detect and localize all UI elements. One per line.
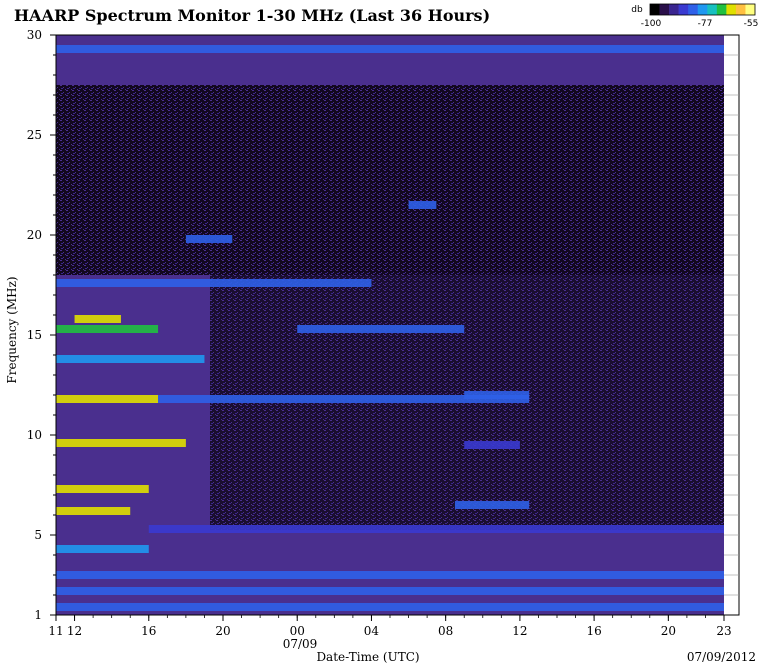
signal-band xyxy=(56,279,372,287)
signal-band xyxy=(464,391,530,399)
signal-band xyxy=(56,507,131,515)
x-tick-label: 12 xyxy=(512,624,527,638)
spectrogram-chart: 151015202530 11 12 16 20 00 04 08 12 16 20 23 07/0… xyxy=(5,3,759,664)
x-tick-label: 12 xyxy=(67,624,82,638)
legend-swatch xyxy=(726,4,737,15)
y-axis: 151015202530 xyxy=(27,28,56,622)
signal-band xyxy=(297,325,465,333)
signal-band xyxy=(185,235,233,243)
signal-band xyxy=(408,201,437,209)
date-stamp: 07/09/2012 xyxy=(687,650,756,664)
signal-band xyxy=(56,587,724,595)
signal-band xyxy=(56,439,186,447)
signal-band xyxy=(454,501,530,509)
signal-band xyxy=(56,395,159,403)
noise-region-upper xyxy=(56,85,724,275)
x-tick-label: 04 xyxy=(364,624,380,638)
x-date-label: 07/09 xyxy=(283,637,318,651)
signal-band xyxy=(56,485,149,493)
signal-band xyxy=(56,545,149,553)
legend-swatch xyxy=(735,4,746,15)
legend-swatch xyxy=(716,4,727,15)
x-tick-label: 11 xyxy=(48,624,63,638)
y-axis-title: Frequency (MHz) xyxy=(5,276,19,383)
legend-swatch xyxy=(669,4,679,15)
legend-swatch xyxy=(650,4,660,15)
legend-swatch xyxy=(707,4,718,15)
y-tick-label: 15 xyxy=(27,328,42,342)
x-tick-label: 20 xyxy=(215,624,230,638)
y-tick-label: 25 xyxy=(27,128,42,142)
x-tick-label: 20 xyxy=(661,624,676,638)
legend-swatch xyxy=(745,4,756,15)
signal-band xyxy=(56,603,724,611)
signal-band xyxy=(464,441,520,449)
signal-band xyxy=(148,525,724,533)
legend-swatches xyxy=(650,4,756,15)
legend-swatch xyxy=(697,4,708,15)
legend-swatch xyxy=(688,4,699,15)
y-tick-label: 10 xyxy=(27,428,42,442)
legend-swatch xyxy=(659,4,670,15)
y-tick-label: 30 xyxy=(27,28,42,42)
x-axis-title: Date-Time (UTC) xyxy=(316,650,419,664)
legend-label-min: -100 xyxy=(641,19,662,29)
x-tick-label: 23 xyxy=(716,624,731,638)
y-tick-label: 20 xyxy=(27,228,42,242)
y-tick-label: 5 xyxy=(34,528,42,542)
x-tick-label: 00 xyxy=(290,624,305,638)
plot-right-margin xyxy=(724,35,739,615)
legend-swatch xyxy=(678,4,689,15)
y-tick-label: 1 xyxy=(34,608,42,622)
color-legend: db -100 -77 -55 xyxy=(631,3,759,29)
x-axis: 11 12 16 20 00 04 08 12 16 20 23 xyxy=(48,615,732,638)
signal-band xyxy=(56,355,205,363)
x-tick-label: 16 xyxy=(141,624,156,638)
legend-label-mid: -77 xyxy=(698,19,713,29)
signal-band xyxy=(74,315,121,323)
signal-band xyxy=(56,325,159,333)
signal-band xyxy=(56,45,724,53)
legend-unit: db xyxy=(631,5,643,15)
legend-label-max: -55 xyxy=(744,19,759,29)
x-tick-label: 16 xyxy=(586,624,601,638)
x-tick-label: 08 xyxy=(438,624,453,638)
signal-band xyxy=(56,571,724,579)
